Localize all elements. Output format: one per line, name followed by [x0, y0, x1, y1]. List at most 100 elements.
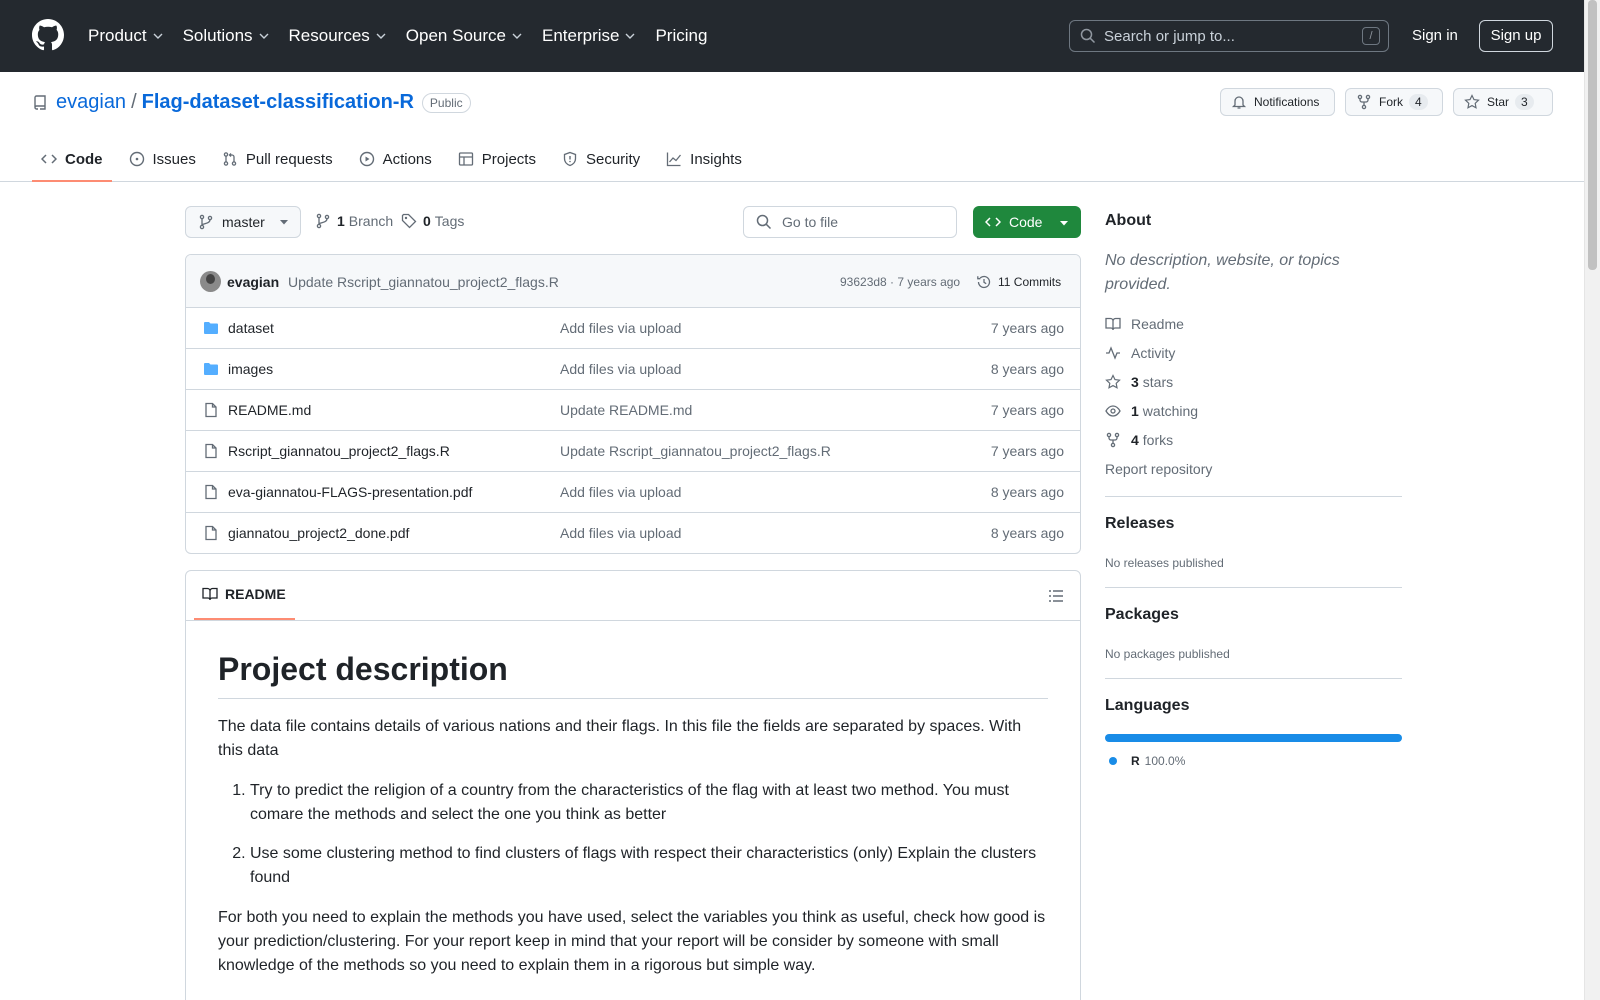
- scrollbar-thumb[interactable]: [1588, 0, 1597, 270]
- nav-label: Open Source: [405, 26, 506, 45]
- sign-up-button[interactable]: Sign up: [1479, 20, 1553, 52]
- readme-outro: For both you need to explain the methods…: [218, 909, 1046, 974]
- graph-icon: [667, 152, 682, 167]
- readme-link[interactable]: Readme: [1105, 316, 1184, 332]
- folder-icon: [204, 322, 218, 334]
- tab-code[interactable]: Code: [32, 136, 112, 182]
- tab-issues[interactable]: Issues: [120, 136, 205, 182]
- caret-down-icon: [1060, 221, 1068, 226]
- repo-icon: [34, 94, 46, 110]
- fork-button[interactable]: Fork 4: [1345, 88, 1443, 116]
- file-commit-message-link[interactable]: Add files via upload: [560, 320, 681, 336]
- search-icon: [756, 214, 772, 230]
- forks-link[interactable]: 4 forks: [1105, 432, 1173, 448]
- file-commit-age: 8 years ago: [990, 525, 1064, 541]
- readme-tab-label: README: [225, 586, 286, 602]
- file-commit-message-link[interactable]: Update Rscript_giannatou_project2_flags.…: [560, 443, 831, 459]
- fork-icon: [1357, 94, 1371, 110]
- repo-header: evagian / Flag-dataset-classification-R …: [0, 72, 1584, 182]
- nav-open-source[interactable]: Open Source: [406, 24, 523, 48]
- file-icon: [205, 402, 217, 418]
- activity-link[interactable]: Activity: [1105, 345, 1175, 361]
- file-commit-age: 8 years ago: [990, 484, 1064, 500]
- book-icon: [202, 587, 218, 601]
- watchers-link[interactable]: 1 watching: [1105, 403, 1198, 419]
- packages-empty-text: No packages published: [1105, 647, 1230, 661]
- file-name-link[interactable]: dataset: [228, 320, 274, 336]
- avatar[interactable]: [200, 271, 221, 292]
- language-color-dot: [1109, 757, 1117, 765]
- commit-hash-and-time[interactable]: 93623d8 · 7 years ago: [840, 275, 960, 289]
- table-row: README.md Update README.md 7 years ago: [186, 390, 1080, 431]
- forks-label: forks: [1142, 432, 1174, 448]
- nav-product[interactable]: Product: [88, 24, 164, 48]
- sign-in-link[interactable]: Sign in: [1412, 27, 1458, 44]
- commits-history-link[interactable]: 11 Commits: [976, 274, 1061, 290]
- readme-tabbar: README: [186, 571, 1080, 621]
- nav-enterprise[interactable]: Enterprise: [542, 24, 636, 48]
- commit-message-link[interactable]: Update Rscript_giannatou_project2_flags.…: [288, 274, 559, 290]
- report-repository-link[interactable]: Report repository: [1105, 461, 1212, 477]
- file-commit-message-link[interactable]: Update README.md: [560, 402, 692, 418]
- repo-owner-link[interactable]: evagian: [56, 91, 126, 114]
- commits-count-label: 11 Commits: [998, 275, 1062, 289]
- language-name: R: [1131, 754, 1140, 768]
- code-download-button[interactable]: Code: [973, 206, 1081, 238]
- star-button[interactable]: Star 3: [1453, 88, 1553, 116]
- nav-pricing[interactable]: Pricing: [655, 24, 707, 48]
- list-item: Use some clustering method to find clust…: [250, 842, 1048, 890]
- file-commit-message-link[interactable]: Add files via upload: [560, 484, 681, 500]
- tab-security[interactable]: Security: [553, 136, 649, 182]
- list-item: Try to predict the religion of a country…: [250, 779, 1048, 827]
- nav-label: Pricing: [655, 26, 708, 45]
- table-of-contents-icon[interactable]: [1048, 588, 1064, 604]
- stars-link[interactable]: 3 stars: [1105, 374, 1173, 390]
- tab-label: Pull requests: [245, 150, 333, 168]
- search-input[interactable]: Search or jump to... /: [1069, 20, 1389, 52]
- file-commit-message-link[interactable]: Add files via upload: [560, 525, 681, 541]
- tab-label: Code: [65, 150, 103, 168]
- commit-author-link[interactable]: evagian: [227, 274, 279, 290]
- notifications-label: Notifications: [1254, 95, 1320, 109]
- tab-label: Actions: [382, 150, 432, 168]
- tags-link[interactable]: 0 Tags: [401, 213, 464, 229]
- branch-icon: [199, 214, 213, 230]
- readme-intro: The data file contains details of variou…: [218, 718, 1022, 759]
- tab-pull-requests[interactable]: Pull requests: [213, 136, 342, 182]
- language-percent: 100.0%: [1144, 754, 1186, 768]
- divider: [1105, 678, 1402, 679]
- github-logo-icon[interactable]: [32, 19, 64, 51]
- branches-link[interactable]: 1 Branch: [315, 213, 393, 229]
- language-item[interactable]: R 100.0%: [1109, 754, 1185, 768]
- file-name-link[interactable]: README.md: [228, 402, 311, 418]
- nav-label: Enterprise: [541, 26, 620, 45]
- repo-tabs: Code Issues Pull requests Actions Projec…: [32, 136, 759, 182]
- table-row: eva-giannatou-FLAGS-presentation.pdf Add …: [186, 472, 1080, 513]
- global-nav: Product Solutions Resources Open Source …: [88, 24, 726, 48]
- file-name-link[interactable]: Rscript_giannatou_project2_flags.R: [228, 443, 450, 459]
- stars-label: stars: [1142, 374, 1174, 390]
- file-name-link[interactable]: giannatou_project2_done.pdf: [228, 525, 409, 541]
- code-icon: [41, 154, 57, 164]
- file-name-link[interactable]: eva-giannatou-FLAGS-presentation.pdf: [228, 484, 472, 500]
- tab-insights[interactable]: Insights: [657, 136, 751, 182]
- readme-tab[interactable]: README: [202, 586, 286, 602]
- tab-label: Issues: [152, 150, 196, 168]
- nav-solutions[interactable]: Solutions: [183, 24, 270, 48]
- file-commit-message-link[interactable]: Add files via upload: [560, 361, 681, 377]
- releases-heading[interactable]: Releases: [1105, 515, 1174, 533]
- tab-projects[interactable]: Projects: [449, 136, 545, 182]
- tag-icon: [401, 213, 417, 229]
- stars-count: 3: [1131, 374, 1139, 390]
- watching-label: watching: [1142, 403, 1199, 419]
- notifications-button[interactable]: Notifications: [1220, 88, 1335, 116]
- packages-heading[interactable]: Packages: [1105, 606, 1179, 624]
- repo-name-link[interactable]: Flag-dataset-classification-R: [142, 91, 414, 114]
- branch-select-button[interactable]: master: [185, 206, 301, 238]
- file-icon: [205, 443, 217, 459]
- tab-actions[interactable]: Actions: [350, 136, 441, 182]
- nav-resources[interactable]: Resources: [289, 24, 387, 48]
- languages-heading: Languages: [1105, 697, 1190, 714]
- file-name-link[interactable]: images: [228, 361, 273, 377]
- go-to-file-input[interactable]: Go to file: [743, 206, 957, 238]
